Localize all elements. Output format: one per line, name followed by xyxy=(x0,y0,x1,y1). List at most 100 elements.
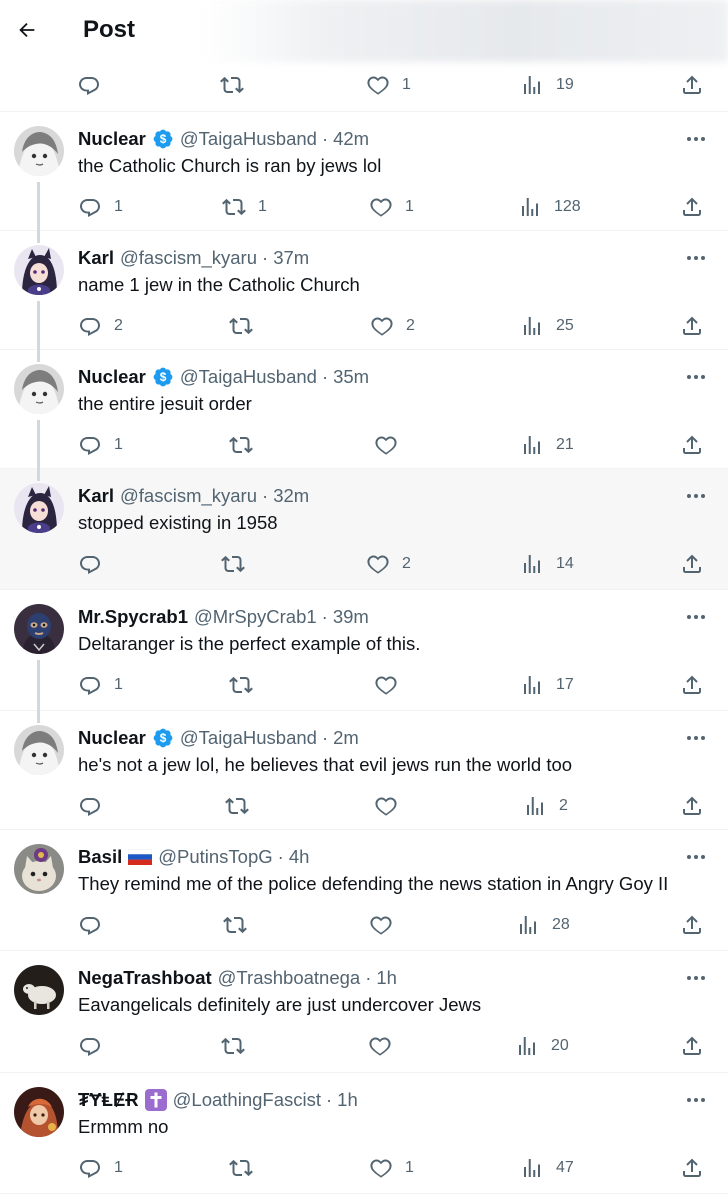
display-name[interactable]: Basil xyxy=(78,845,122,869)
timestamp[interactable]: 32m xyxy=(273,484,309,508)
user-handle[interactable]: @TaigaHusband xyxy=(180,726,317,750)
more-options-button[interactable] xyxy=(684,1090,708,1110)
like-button[interactable]: 1 xyxy=(369,1155,414,1181)
timestamp[interactable]: 35m xyxy=(333,365,369,389)
like-button[interactable]: 2 xyxy=(370,313,415,339)
timestamp[interactable]: 1h xyxy=(376,966,397,990)
views-button[interactable]: 47 xyxy=(520,1155,574,1181)
views-button[interactable]: 20 xyxy=(515,1033,569,1059)
user-handle[interactable]: @LoathingFascist xyxy=(173,1088,321,1112)
display-name[interactable]: Karl xyxy=(78,246,114,270)
repost-button[interactable] xyxy=(229,672,265,698)
views-button[interactable]: 17 xyxy=(520,672,574,698)
timestamp[interactable]: 42m xyxy=(333,127,369,151)
reply-button[interactable] xyxy=(78,1033,114,1059)
display-name[interactable]: ₮ɎⱠɆɌ xyxy=(78,1088,139,1112)
views-button[interactable]: 25 xyxy=(520,313,574,339)
share-button[interactable] xyxy=(680,551,704,577)
user-handle[interactable]: @TaigaHusband xyxy=(180,365,317,389)
more-options-button[interactable] xyxy=(684,486,708,506)
more-options-button[interactable] xyxy=(684,248,708,268)
like-button[interactable]: 2 xyxy=(366,551,411,577)
display-name[interactable]: Nuclear xyxy=(78,365,146,389)
display-name[interactable]: Nuclear xyxy=(78,127,146,151)
tweet[interactable]: Nuclear $ @TaigaHusband · 2m he's not a j… xyxy=(0,711,728,830)
reply-button[interactable] xyxy=(78,551,114,577)
reply-button[interactable]: 1 xyxy=(78,672,123,698)
timestamp[interactable]: 39m xyxy=(333,605,369,629)
share-button[interactable] xyxy=(680,313,704,339)
repost-button[interactable] xyxy=(225,793,261,819)
views-button[interactable]: 128 xyxy=(518,194,581,220)
tweet[interactable]: Karl @fascism_kyaru · 32m stopped existi… xyxy=(0,469,728,590)
more-options-button[interactable] xyxy=(684,367,708,387)
user-handle[interactable]: @MrSpyCrab1 xyxy=(194,605,317,629)
timestamp[interactable]: 2m xyxy=(333,726,359,750)
share-button[interactable] xyxy=(680,1155,704,1181)
views-button[interactable]: 28 xyxy=(516,912,570,938)
repost-button[interactable] xyxy=(229,313,265,339)
avatar[interactable] xyxy=(14,965,64,1015)
avatar[interactable] xyxy=(14,245,64,295)
share-button[interactable] xyxy=(680,1033,704,1059)
like-button[interactable]: 1 xyxy=(369,194,414,220)
tweet[interactable]: NegaTrashboat @Trashboatnega · 1h Eavang… xyxy=(0,951,728,1073)
reply-button[interactable]: 1 xyxy=(78,1155,123,1181)
repost-button[interactable] xyxy=(220,72,256,98)
tweet[interactable]: Nuclear $ @TaigaHusband · 35m the entire … xyxy=(0,350,728,469)
views-button[interactable]: 14 xyxy=(520,551,574,577)
display-name[interactable]: Nuclear xyxy=(78,726,146,750)
reply-button[interactable]: 1 xyxy=(78,194,123,220)
user-handle[interactable]: @fascism_kyaru xyxy=(120,484,257,508)
repost-button[interactable] xyxy=(229,432,265,458)
reply-button[interactable] xyxy=(77,72,113,98)
like-button[interactable] xyxy=(374,793,410,819)
share-button[interactable] xyxy=(680,912,704,938)
like-button[interactable]: 1 xyxy=(366,72,411,98)
avatar[interactable] xyxy=(14,844,64,894)
user-handle[interactable]: @Trashboatnega xyxy=(218,966,361,990)
more-options-button[interactable] xyxy=(684,607,708,627)
reply-button[interactable] xyxy=(78,912,114,938)
repost-button[interactable] xyxy=(221,551,257,577)
display-name[interactable]: Karl xyxy=(78,484,114,508)
reply-button[interactable]: 2 xyxy=(78,313,123,339)
share-button[interactable] xyxy=(680,793,704,819)
avatar[interactable] xyxy=(14,725,64,775)
reply-button[interactable] xyxy=(78,793,114,819)
user-handle[interactable]: @fascism_kyaru xyxy=(120,246,257,270)
user-handle[interactable]: @TaigaHusband xyxy=(180,127,317,151)
repost-button[interactable] xyxy=(229,1155,265,1181)
like-button[interactable] xyxy=(374,672,410,698)
tweet[interactable]: Nuclear $ @TaigaHusband · 42m the Catholi… xyxy=(0,112,728,231)
share-button[interactable] xyxy=(680,432,704,458)
tweet[interactable]: Karl @fascism_kyaru · 37m name 1 jew in … xyxy=(0,231,728,350)
display-name[interactable]: Mr.Spycrab1 xyxy=(78,605,188,629)
timestamp[interactable]: 37m xyxy=(273,246,309,270)
views-button[interactable]: 2 xyxy=(523,793,568,819)
like-button[interactable] xyxy=(369,912,405,938)
views-button[interactable]: 19 xyxy=(520,72,574,98)
like-button[interactable] xyxy=(368,1033,404,1059)
repost-button[interactable] xyxy=(223,912,259,938)
timestamp[interactable]: 4h xyxy=(289,845,310,869)
share-button[interactable] xyxy=(680,72,704,98)
tweet[interactable]: Basil @PutinsTopG · 4h They remind me of… xyxy=(0,830,728,951)
avatar[interactable] xyxy=(14,604,64,654)
avatar[interactable] xyxy=(14,364,64,414)
avatar[interactable] xyxy=(14,1087,64,1137)
back-button[interactable] xyxy=(10,13,44,47)
display-name[interactable]: NegaTrashboat xyxy=(78,966,212,990)
timestamp[interactable]: 1h xyxy=(337,1088,358,1112)
avatar[interactable] xyxy=(14,126,64,176)
share-button[interactable] xyxy=(680,194,704,220)
user-handle[interactable]: @PutinsTopG xyxy=(158,845,272,869)
repost-button[interactable] xyxy=(221,1033,257,1059)
reply-button[interactable]: 1 xyxy=(78,432,123,458)
more-options-button[interactable] xyxy=(684,968,708,988)
more-options-button[interactable] xyxy=(684,728,708,748)
repost-button[interactable]: 1 xyxy=(222,194,267,220)
tweet[interactable]: Mr.Spycrab1 @MrSpyCrab1 · 39m Deltarange… xyxy=(0,590,728,711)
like-button[interactable] xyxy=(374,432,410,458)
more-options-button[interactable] xyxy=(684,129,708,149)
